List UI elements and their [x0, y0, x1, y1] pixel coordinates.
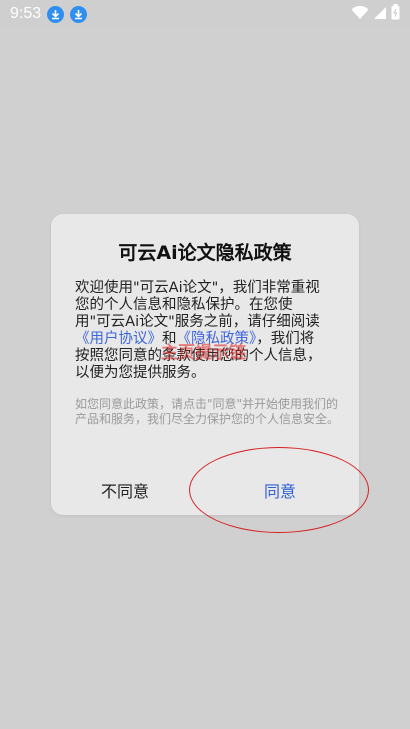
user-agreement-link[interactable]: 《用户协议》 — [75, 331, 162, 347]
disagree-button[interactable]: 不同意 — [101, 478, 149, 502]
watermark-text: 主页提示链 — [161, 343, 246, 363]
download-icon — [70, 5, 88, 23]
status-time: 9:53 — [10, 5, 42, 22]
annotation-ellipse — [189, 447, 369, 533]
dialog-title: 可云Ai论文隐私政策 — [118, 242, 292, 264]
body-text: 以便为您提供服务。 — [75, 365, 206, 381]
download-icon — [47, 5, 65, 23]
status-bar: 9:53 — [0, 0, 410, 28]
body-text: 您的个人信息和隐私保护。在您使 — [75, 297, 293, 313]
body-text: 欢迎使用"可云Ai论文"，我们非常重视 — [75, 280, 320, 296]
wifi-icon — [351, 5, 369, 24]
dialog-body: 欢迎使用"可云Ai论文"，我们非常重视 您的个人信息和隐私保护。在您使 用"可云… — [75, 280, 339, 382]
dialog-note: 如您同意此政策，请点击"同意"并开始使用我们的产品和服务，我们尽全力保护您的个人… — [75, 397, 340, 426]
signal-icon — [373, 5, 387, 24]
body-text: ，我们将 — [256, 331, 315, 347]
body-text: 用"可云Ai论文"服务之前，请仔细阅读 — [75, 314, 320, 330]
battery-icon — [391, 4, 400, 24]
